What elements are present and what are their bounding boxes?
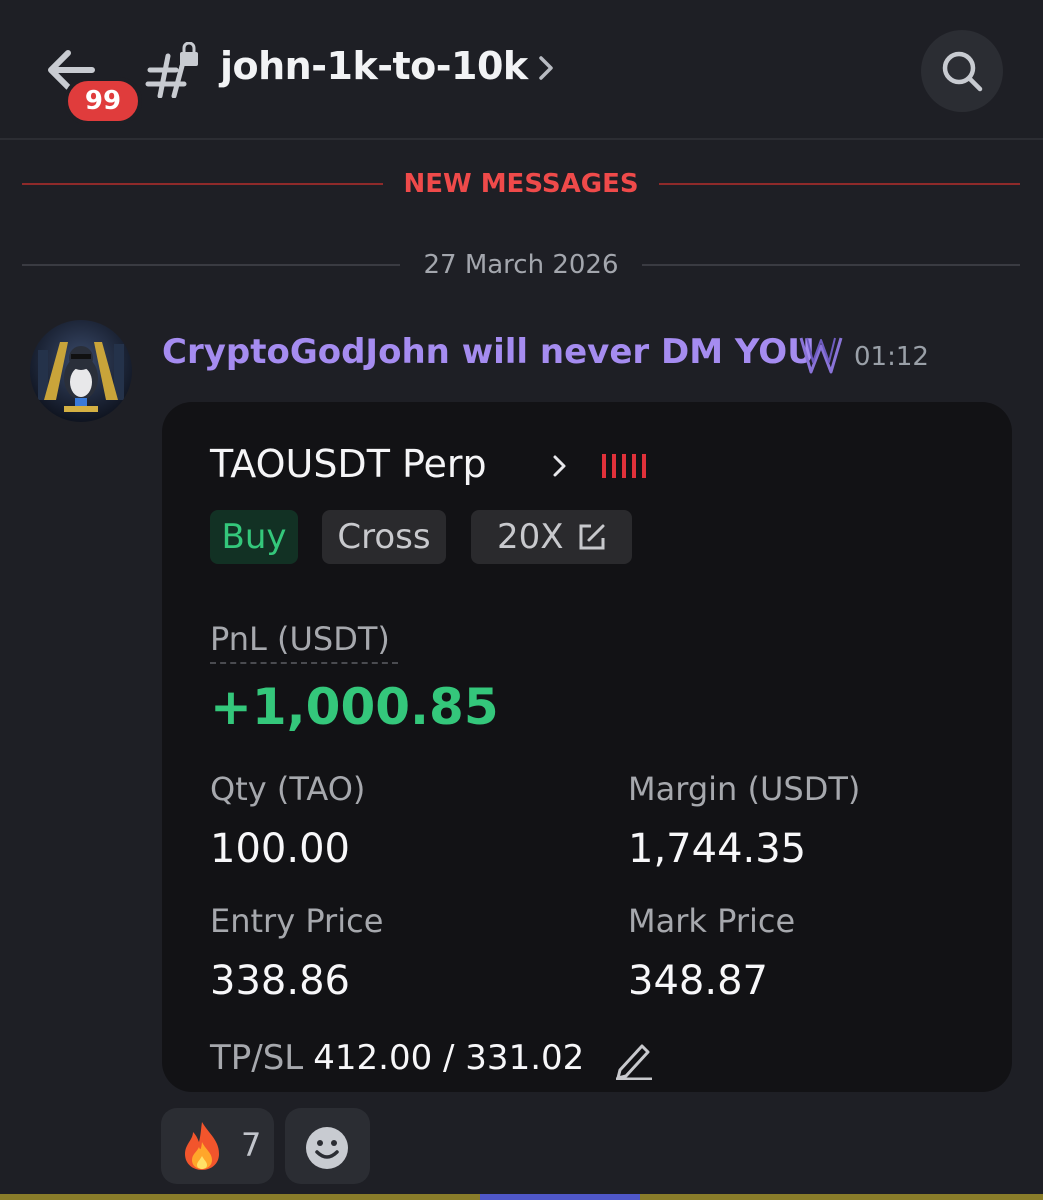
w-badge-icon [799, 337, 843, 374]
reaction-count: 7 [241, 1126, 262, 1164]
hashtag-lock-icon [145, 42, 198, 98]
bottom-edge-accent [480, 1194, 640, 1200]
avatar[interactable] [30, 320, 132, 422]
entry-price-label: Entry Price [210, 902, 384, 940]
tpsl-value: 412.00 / 331.02 [313, 1038, 585, 1078]
risk-indicator-icon [602, 454, 652, 478]
qty-label: Qty (TAO) [210, 770, 366, 808]
leverage-chip: 20X [471, 510, 632, 564]
edit-icon [579, 524, 605, 550]
pnl-value: +1,000.85 [210, 678, 499, 736]
message-timestamp: 01:12 [854, 342, 929, 372]
channel-name[interactable]: john-1k-to-10k [220, 44, 528, 88]
tpsl-label: TP/SL [210, 1038, 304, 1078]
tpsl-row: TP/SL 412.00 / 331.02 [210, 1038, 584, 1078]
add-reaction-button[interactable] [285, 1108, 370, 1184]
new-messages-label: NEW MESSAGES [383, 169, 659, 199]
date-label: 27 March 2026 [403, 250, 639, 280]
position-card-image[interactable]: TAOUSDT Perp Buy Cross 20X PnL (USDT) +1… [162, 402, 1012, 1092]
margin-mode-chip: Cross [322, 510, 446, 564]
unread-badge: 99 [64, 77, 142, 125]
new-messages-divider: NEW MESSAGES [22, 164, 1020, 204]
mark-price-label: Mark Price [628, 902, 796, 940]
date-divider: 27 March 2026 [22, 245, 1020, 285]
margin-value: 1,744.35 [628, 826, 807, 872]
fire-emoji-icon [185, 1122, 219, 1170]
leverage-value: 20X [497, 517, 564, 557]
qty-value: 100.00 [210, 826, 350, 872]
search-button[interactable] [921, 30, 1003, 112]
trading-pair: TAOUSDT Perp [210, 442, 487, 486]
channel-header: 99 john-1k-to-10k [0, 0, 1043, 140]
search-icon [942, 51, 983, 92]
pnl-label: PnL (USDT) [210, 620, 398, 664]
entry-price-value: 338.86 [210, 958, 350, 1004]
chevron-right-icon[interactable] [536, 54, 556, 82]
reaction-fire[interactable]: 7 [161, 1108, 274, 1184]
chevron-right-icon [553, 455, 566, 477]
side-chip: Buy [210, 510, 298, 564]
pencil-icon [616, 1044, 652, 1080]
margin-label: Margin (USDT) [628, 770, 861, 808]
message-author[interactable]: CryptoGodJohn will never DM YOU [162, 332, 815, 372]
mark-price-value: 348.87 [628, 958, 768, 1004]
add-reaction-icon [306, 1127, 348, 1169]
